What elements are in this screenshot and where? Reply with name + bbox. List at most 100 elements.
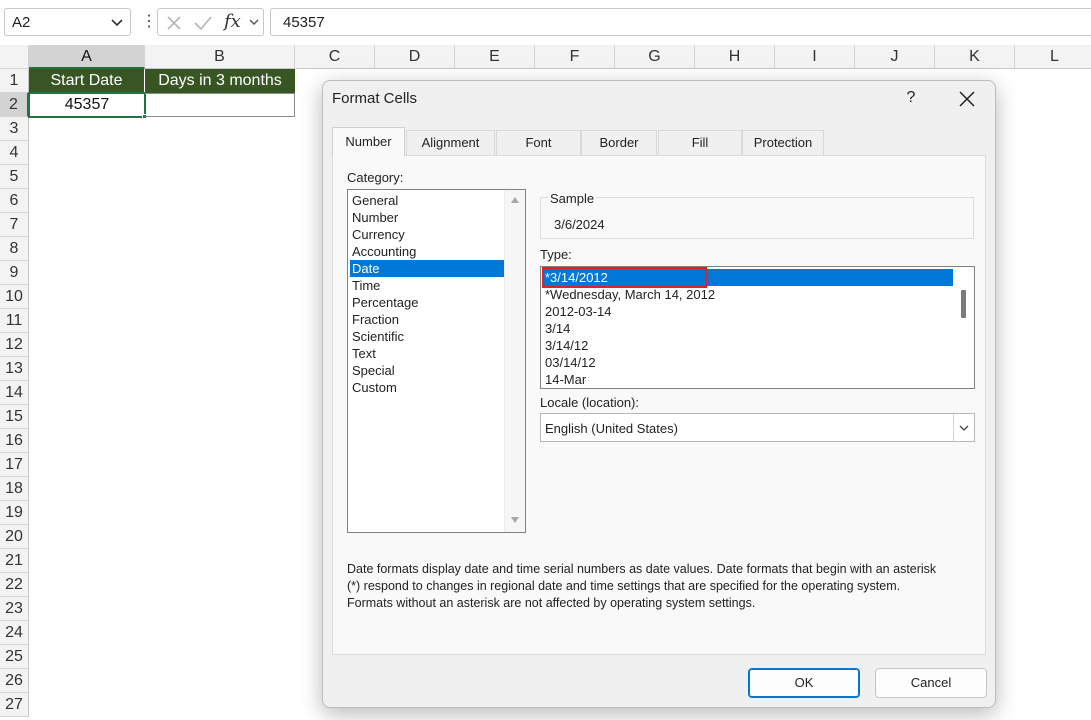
number-tab-panel: Category: General Number Currency Accountin… <box>332 155 986 655</box>
scroll-down-icon[interactable] <box>510 516 520 524</box>
row-header-9[interactable]: 9 <box>0 261 29 285</box>
row-header-13[interactable]: 13 <box>0 357 29 381</box>
column-header-e[interactable]: E <box>455 45 535 69</box>
cell-a1[interactable]: Start Date <box>29 69 145 93</box>
more-options-icon[interactable]: ⋮ <box>141 12 157 32</box>
row-header-2[interactable]: 2 <box>0 93 29 117</box>
scroll-up-icon[interactable] <box>510 196 520 204</box>
category-item-date[interactable]: Date <box>350 260 506 277</box>
column-header-h[interactable]: H <box>695 45 775 69</box>
row-header-27[interactable]: 27 <box>0 693 29 717</box>
category-item-percentage[interactable]: Percentage <box>350 294 506 311</box>
type-scroll-thumb[interactable] <box>961 290 966 318</box>
description-line-1: Date formats display date and time seria… <box>347 562 937 576</box>
row-header-11[interactable]: 11 <box>0 309 29 333</box>
column-header-a[interactable]: A <box>29 45 145 69</box>
tab-number[interactable]: Number <box>332 127 405 156</box>
name-box[interactable]: A2 <box>4 8 131 36</box>
category-item-special[interactable]: Special <box>350 362 506 379</box>
help-button[interactable]: ? <box>905 89 917 107</box>
description-line-3: Formats without an asterisk are not affe… <box>347 596 756 610</box>
chevron-down-icon[interactable] <box>248 16 260 28</box>
fx-icon[interactable]: fx <box>224 11 241 32</box>
column-header-g[interactable]: G <box>615 45 695 69</box>
row-header-19[interactable]: 19 <box>0 501 29 525</box>
category-item-number[interactable]: Number <box>350 209 506 226</box>
x-icon[interactable] <box>165 14 183 32</box>
ok-button[interactable]: OK <box>748 668 860 698</box>
tab-border[interactable]: Border <box>581 130 657 155</box>
row-header-20[interactable]: 20 <box>0 525 29 549</box>
cell-a2[interactable]: 45357 <box>28 92 146 118</box>
column-header-d[interactable]: D <box>375 45 455 69</box>
column-header-i[interactable]: I <box>775 45 855 69</box>
category-scrollbar[interactable] <box>504 190 525 532</box>
type-item[interactable]: 3/14 <box>543 320 954 337</box>
row-header-25[interactable]: 25 <box>0 645 29 669</box>
row-header-6[interactable]: 6 <box>0 189 29 213</box>
column-header-k[interactable]: K <box>935 45 1015 69</box>
row-header-26[interactable]: 26 <box>0 669 29 693</box>
description-line-2: (*) respond to changes in regional date … <box>347 579 901 593</box>
cell-b2[interactable] <box>145 93 295 117</box>
cancel-button[interactable]: Cancel <box>875 668 987 698</box>
sample-group: Sample 3/6/2024 <box>540 191 974 239</box>
category-item-currency[interactable]: Currency <box>350 226 506 243</box>
column-header-c[interactable]: C <box>295 45 375 69</box>
chevron-down-icon <box>959 425 969 431</box>
row-header-15[interactable]: 15 <box>0 405 29 429</box>
category-item-accounting[interactable]: Accounting <box>350 243 506 260</box>
column-header-b[interactable]: B <box>145 45 295 69</box>
row-header-1[interactable]: 1 <box>0 69 29 93</box>
category-item-scientific[interactable]: Scientific <box>350 328 506 345</box>
check-icon[interactable] <box>193 14 213 32</box>
row-header-23[interactable]: 23 <box>0 597 29 621</box>
row-header-21[interactable]: 21 <box>0 549 29 573</box>
type-item[interactable]: 2012-03-14 <box>543 303 954 320</box>
type-list[interactable]: *3/14/2012 *Wednesday, March 14, 2012 2012… <box>540 266 975 389</box>
chevron-down-icon[interactable] <box>110 15 124 29</box>
tab-alignment[interactable]: Alignment <box>406 130 495 155</box>
row-header-12[interactable]: 12 <box>0 333 29 357</box>
highlight-box <box>542 267 707 288</box>
dialog-title: Format Cells <box>332 90 418 107</box>
locale-select[interactable]: English (United States) <box>540 413 975 442</box>
select-all-corner[interactable] <box>0 45 29 69</box>
formula-value: 45357 <box>283 14 325 31</box>
tab-fill[interactable]: Fill <box>658 130 742 155</box>
column-header-l[interactable]: L <box>1015 45 1091 69</box>
row-header-18[interactable]: 18 <box>0 477 29 501</box>
row-header-24[interactable]: 24 <box>0 621 29 645</box>
column-header-f[interactable]: F <box>535 45 615 69</box>
row-header-16[interactable]: 16 <box>0 429 29 453</box>
tab-font[interactable]: Font <box>496 130 581 155</box>
category-item-fraction[interactable]: Fraction <box>350 311 506 328</box>
close-icon[interactable] <box>955 87 979 111</box>
formula-input[interactable]: 45357 <box>270 8 1091 36</box>
row-header-10[interactable]: 10 <box>0 285 29 309</box>
category-item-general[interactable]: General <box>350 192 506 209</box>
type-item[interactable]: 03/14/12 <box>543 354 954 371</box>
tab-protection[interactable]: Protection <box>742 130 824 155</box>
column-header-j[interactable]: J <box>855 45 935 69</box>
row-header-5[interactable]: 5 <box>0 165 29 189</box>
row-header-14[interactable]: 14 <box>0 381 29 405</box>
category-item-time[interactable]: Time <box>350 277 506 294</box>
row-header-7[interactable]: 7 <box>0 213 29 237</box>
sample-label: Sample <box>548 191 597 206</box>
row-header-3[interactable]: 3 <box>0 117 29 141</box>
row-header-17[interactable]: 17 <box>0 453 29 477</box>
type-scrollbar[interactable] <box>953 267 974 388</box>
category-item-custom[interactable]: Custom <box>350 379 506 396</box>
row-header-8[interactable]: 8 <box>0 237 29 261</box>
type-item[interactable]: 3/14/12 <box>543 337 954 354</box>
category-list[interactable]: General Number Currency Accounting Date Time P… <box>347 189 526 533</box>
category-item-text[interactable]: Text <box>350 345 506 362</box>
category-label: Category: <box>347 170 404 185</box>
row-header-22[interactable]: 22 <box>0 573 29 597</box>
locale-dropdown-button[interactable] <box>953 414 974 441</box>
row-header-4[interactable]: 4 <box>0 141 29 165</box>
type-item[interactable]: 14-Mar <box>543 371 954 388</box>
type-item[interactable]: *Wednesday, March 14, 2012 <box>543 286 954 303</box>
cell-b1[interactable]: Days in 3 months <box>145 69 295 93</box>
